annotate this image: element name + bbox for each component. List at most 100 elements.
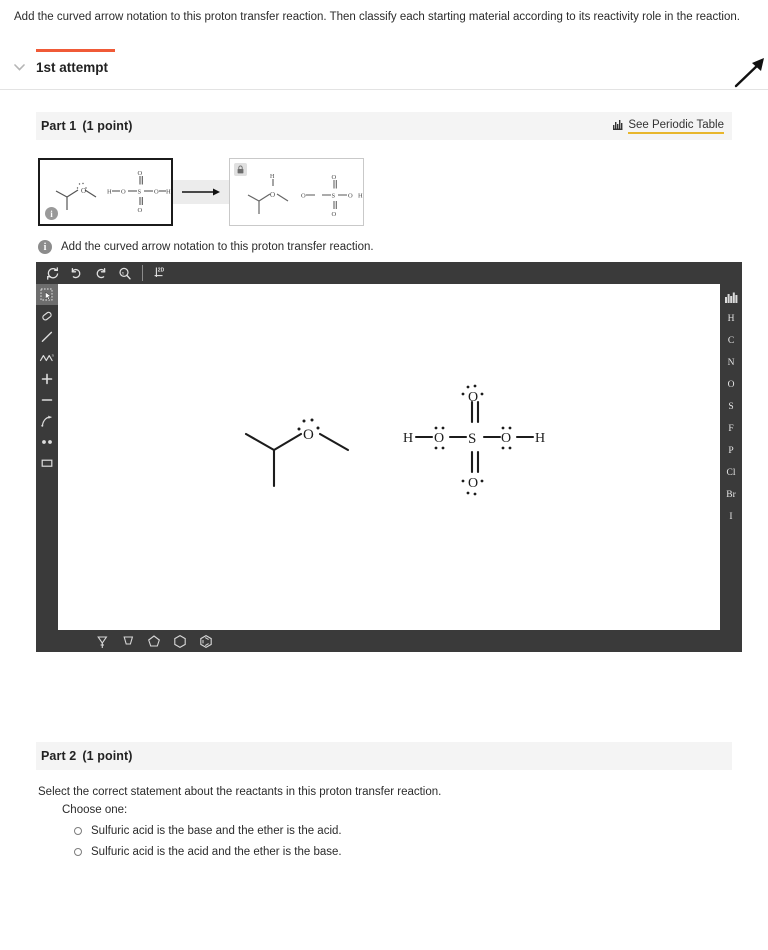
info-icon: i [45,207,58,220]
svg-text:O: O [121,189,126,196]
editor-element-column: H C N O S F P Cl Br I [720,284,742,630]
radio-button[interactable] [74,848,82,856]
sulfuric-acid-structure: H O S O H O O [403,384,545,496]
svg-text:H: H [107,189,112,196]
rectangle-tool-button[interactable] [36,452,58,473]
part-2-header: Part 2 (1 point) [36,742,732,770]
cyclobutane-tool-button[interactable] [120,632,136,650]
attempt-strip: 1st attempt [0,46,768,90]
svg-text:O: O [301,193,306,200]
svg-text:H: H [358,193,363,200]
instruction-text: Add the curved arrow notation to this pr… [61,241,374,253]
editor-body: n O H O S O H O O H C N O S F P Cl Br I [36,284,742,630]
svg-text:S: S [468,431,476,447]
element-h-button[interactable]: H [720,308,742,330]
svg-text:O: O [468,390,478,405]
choice-option-1[interactable]: Sulfuric acid is the base and the ether … [74,825,768,837]
svg-text:O: O [138,207,143,214]
element-cl-button[interactable]: Cl [720,462,742,484]
svg-text:O: O [348,193,353,200]
editor-toolbar: x 2D [36,262,742,284]
part-1-label: Part 1 [41,119,77,133]
select-tool-button[interactable] [36,284,58,305]
svg-text:O: O [138,170,143,177]
chain-tool-button[interactable]: n [36,347,58,368]
instruction-row: i Add the curved arrow notation to this … [38,240,768,254]
choice-label-2: Sulfuric acid is the acid and the ether … [91,846,342,858]
attempt-label: 1st attempt [36,60,109,75]
part-1-title: Part 1 (1 point) [41,119,133,133]
editor-ring-toolbar [36,630,742,652]
product-thumbnail[interactable]: O H O S O H O O [229,158,364,226]
lone-pair-tool-button[interactable] [36,431,58,452]
periodic-table-button[interactable] [720,286,742,308]
reactant-thumbnail[interactable]: O H O S O H O O i [38,158,173,226]
element-br-button[interactable]: Br [720,484,742,506]
svg-text:O: O [332,174,337,181]
svg-text:O: O [303,427,314,443]
toolbar-divider [142,265,143,281]
editor-tool-column: n [36,284,58,630]
increase-charge-tool-button[interactable] [36,368,58,389]
svg-text:H: H [270,174,275,180]
view-2d-tool-button[interactable]: 2D [150,264,172,283]
svg-text:n: n [52,352,55,357]
choice-label-1: Sulfuric acid is the base and the ether … [91,825,342,837]
element-n-button[interactable]: N [720,352,742,374]
element-f-button[interactable]: F [720,418,742,440]
element-i-button[interactable]: I [720,506,742,528]
prompt-bar: Add the curved arrow notation to this pr… [0,0,768,46]
chevron-down-icon[interactable] [8,57,30,79]
eraser-tool-button[interactable] [36,305,58,326]
part-2-points: (1 point) [82,749,133,763]
svg-text:O: O [270,191,275,199]
expand-arrow-icon[interactable] [734,56,768,90]
periodic-table-icon [613,117,624,135]
zoom-reset-tool-button[interactable]: x [113,264,135,283]
molecule-editor: x 2D n O H O S O H O O H C N O S F P Cl … [36,262,742,652]
part-2-question: Select the correct statement about the r… [38,786,442,798]
cyclopentane-tool-button[interactable] [146,632,162,650]
reset-tool-button[interactable] [41,264,63,283]
svg-text:S: S [138,189,142,196]
element-o-button[interactable]: O [720,374,742,396]
part-1-points: (1 point) [82,119,133,133]
svg-text:H: H [403,431,413,446]
svg-text:H: H [166,189,171,196]
decrease-charge-tool-button[interactable] [36,389,58,410]
curved-arrow-tool-button[interactable] [36,410,58,431]
element-p-button[interactable]: P [720,440,742,462]
benzene-tool-button[interactable] [198,632,214,650]
see-periodic-table-link[interactable]: See Periodic Table [613,117,724,135]
svg-text:O: O [332,211,337,218]
prompt-text: Add the curved arrow notation to this pr… [14,11,740,23]
cyclopropane-tool-button[interactable] [94,632,110,650]
element-s-button[interactable]: S [720,396,742,418]
svg-text:O: O [468,476,478,491]
redo-tool-button[interactable] [89,264,111,283]
ether-structure: O [244,418,350,488]
svg-text:O: O [434,431,444,446]
lock-icon [234,163,247,176]
radio-button[interactable] [74,827,82,835]
svg-text:2D: 2D [157,267,164,273]
undo-tool-button[interactable] [65,264,87,283]
svg-text:O: O [154,189,159,196]
active-tab-indicator [36,49,115,52]
part-2-title: Part 2 (1 point) [41,749,133,763]
reaction-thumbnails: O H O S O H O O i O H O S O H O O [38,158,768,230]
part-1-header: Part 1 (1 point) See Periodic Table [36,112,732,140]
info-icon: i [38,240,52,254]
svg-text:O: O [81,187,86,195]
cyclohexane-tool-button[interactable] [172,632,188,650]
see-periodic-table-label: See Periodic Table [628,119,724,134]
reaction-arrow-icon [173,180,229,204]
part-2-label: Part 2 [41,749,77,763]
element-c-button[interactable]: C [720,330,742,352]
svg-text:S: S [332,193,336,200]
choice-option-2[interactable]: Sulfuric acid is the acid and the ether … [74,846,768,858]
svg-text:H: H [535,431,545,446]
single-bond-tool-button[interactable] [36,326,58,347]
svg-text:O: O [501,431,511,446]
drawing-canvas[interactable]: O H O S O H O O [58,284,720,630]
